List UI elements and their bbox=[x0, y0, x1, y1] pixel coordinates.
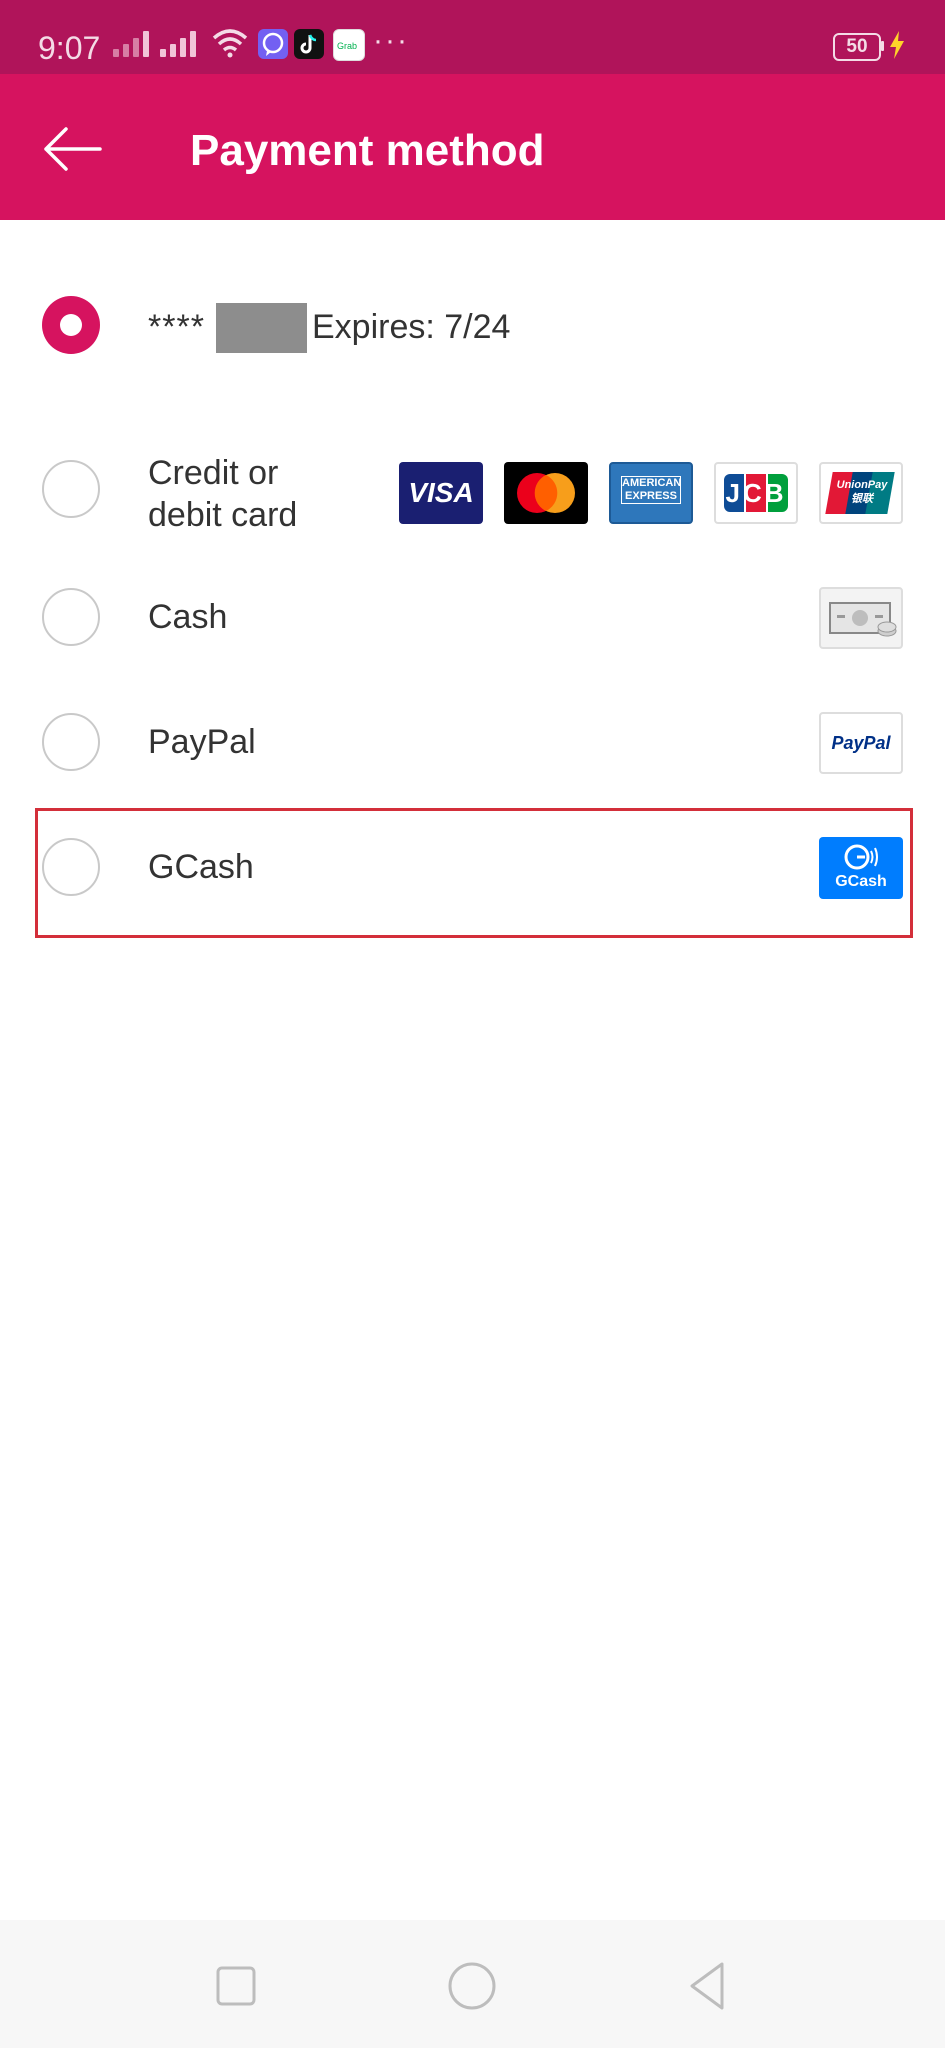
wifi-icon bbox=[212, 29, 248, 58]
option-label-line1: Credit or bbox=[148, 454, 279, 492]
signal-icon bbox=[160, 31, 200, 57]
system-nav-bar bbox=[0, 1920, 945, 2048]
option-label: PayPal bbox=[148, 723, 256, 761]
more-notifications-icon: ··· bbox=[373, 24, 409, 57]
arrow-left-icon bbox=[44, 127, 102, 171]
page-title: Payment method bbox=[190, 126, 545, 175]
recent-apps-button[interactable] bbox=[206, 1956, 266, 2016]
option-label: Credit or debit card bbox=[148, 452, 297, 536]
visa-logo: VISA bbox=[399, 462, 483, 524]
back-button[interactable] bbox=[40, 114, 110, 184]
paypal-option[interactable]: PayPal PayPal bbox=[0, 695, 945, 795]
circle-icon bbox=[448, 1962, 496, 2010]
redacted-card-digits bbox=[216, 303, 307, 353]
card-expiry: Expires: 7/24 bbox=[312, 308, 511, 346]
american-express-logo: AMERICAN EXPRESS bbox=[609, 462, 693, 524]
cash-icon bbox=[819, 587, 903, 649]
gcash-symbol-icon bbox=[844, 844, 878, 870]
mastercard-logo bbox=[504, 462, 588, 524]
option-label-line2: debit card bbox=[148, 496, 298, 534]
paypal-logo: PayPal bbox=[819, 712, 903, 774]
jcb-logo: JCB bbox=[714, 462, 798, 524]
viber-icon bbox=[258, 29, 288, 59]
unionpay-logo: UnionPay 银联 bbox=[819, 462, 903, 524]
cash-option[interactable]: Cash bbox=[0, 570, 945, 670]
saved-card-option[interactable]: **** Expires: 7/24 bbox=[0, 270, 945, 390]
gcash-logo: GCash bbox=[819, 837, 903, 899]
tiktok-icon bbox=[294, 29, 324, 59]
battery-tip bbox=[881, 41, 884, 51]
back-nav-button[interactable] bbox=[678, 1956, 738, 2016]
masked-card-prefix: **** bbox=[148, 308, 205, 346]
radio-button[interactable] bbox=[42, 838, 100, 896]
home-button[interactable] bbox=[442, 1956, 502, 2016]
svg-text:Grab: Grab bbox=[337, 41, 357, 51]
radio-button[interactable] bbox=[42, 460, 100, 518]
grab-icon: Grab bbox=[333, 29, 365, 61]
app-bar: Payment method bbox=[0, 74, 945, 220]
status-bar: 9:07 Grab ··· 50 bbox=[0, 0, 945, 74]
option-label: Cash bbox=[148, 598, 228, 636]
option-label: GCash bbox=[148, 848, 254, 886]
radio-button[interactable] bbox=[42, 713, 100, 771]
bolt-icon bbox=[890, 31, 904, 59]
status-time: 9:07 bbox=[38, 30, 101, 66]
gcash-option[interactable]: GCash GCash bbox=[0, 820, 945, 930]
square-icon bbox=[216, 1966, 256, 2006]
credit-debit-card-option[interactable]: Credit or debit card VISA AMERICAN EXPRE… bbox=[0, 440, 945, 550]
radio-button[interactable] bbox=[42, 588, 100, 646]
triangle-back-icon bbox=[690, 1962, 724, 2010]
radio-button-selected[interactable] bbox=[42, 296, 100, 354]
signal-icon bbox=[113, 31, 153, 57]
battery-icon: 50 bbox=[833, 33, 881, 61]
